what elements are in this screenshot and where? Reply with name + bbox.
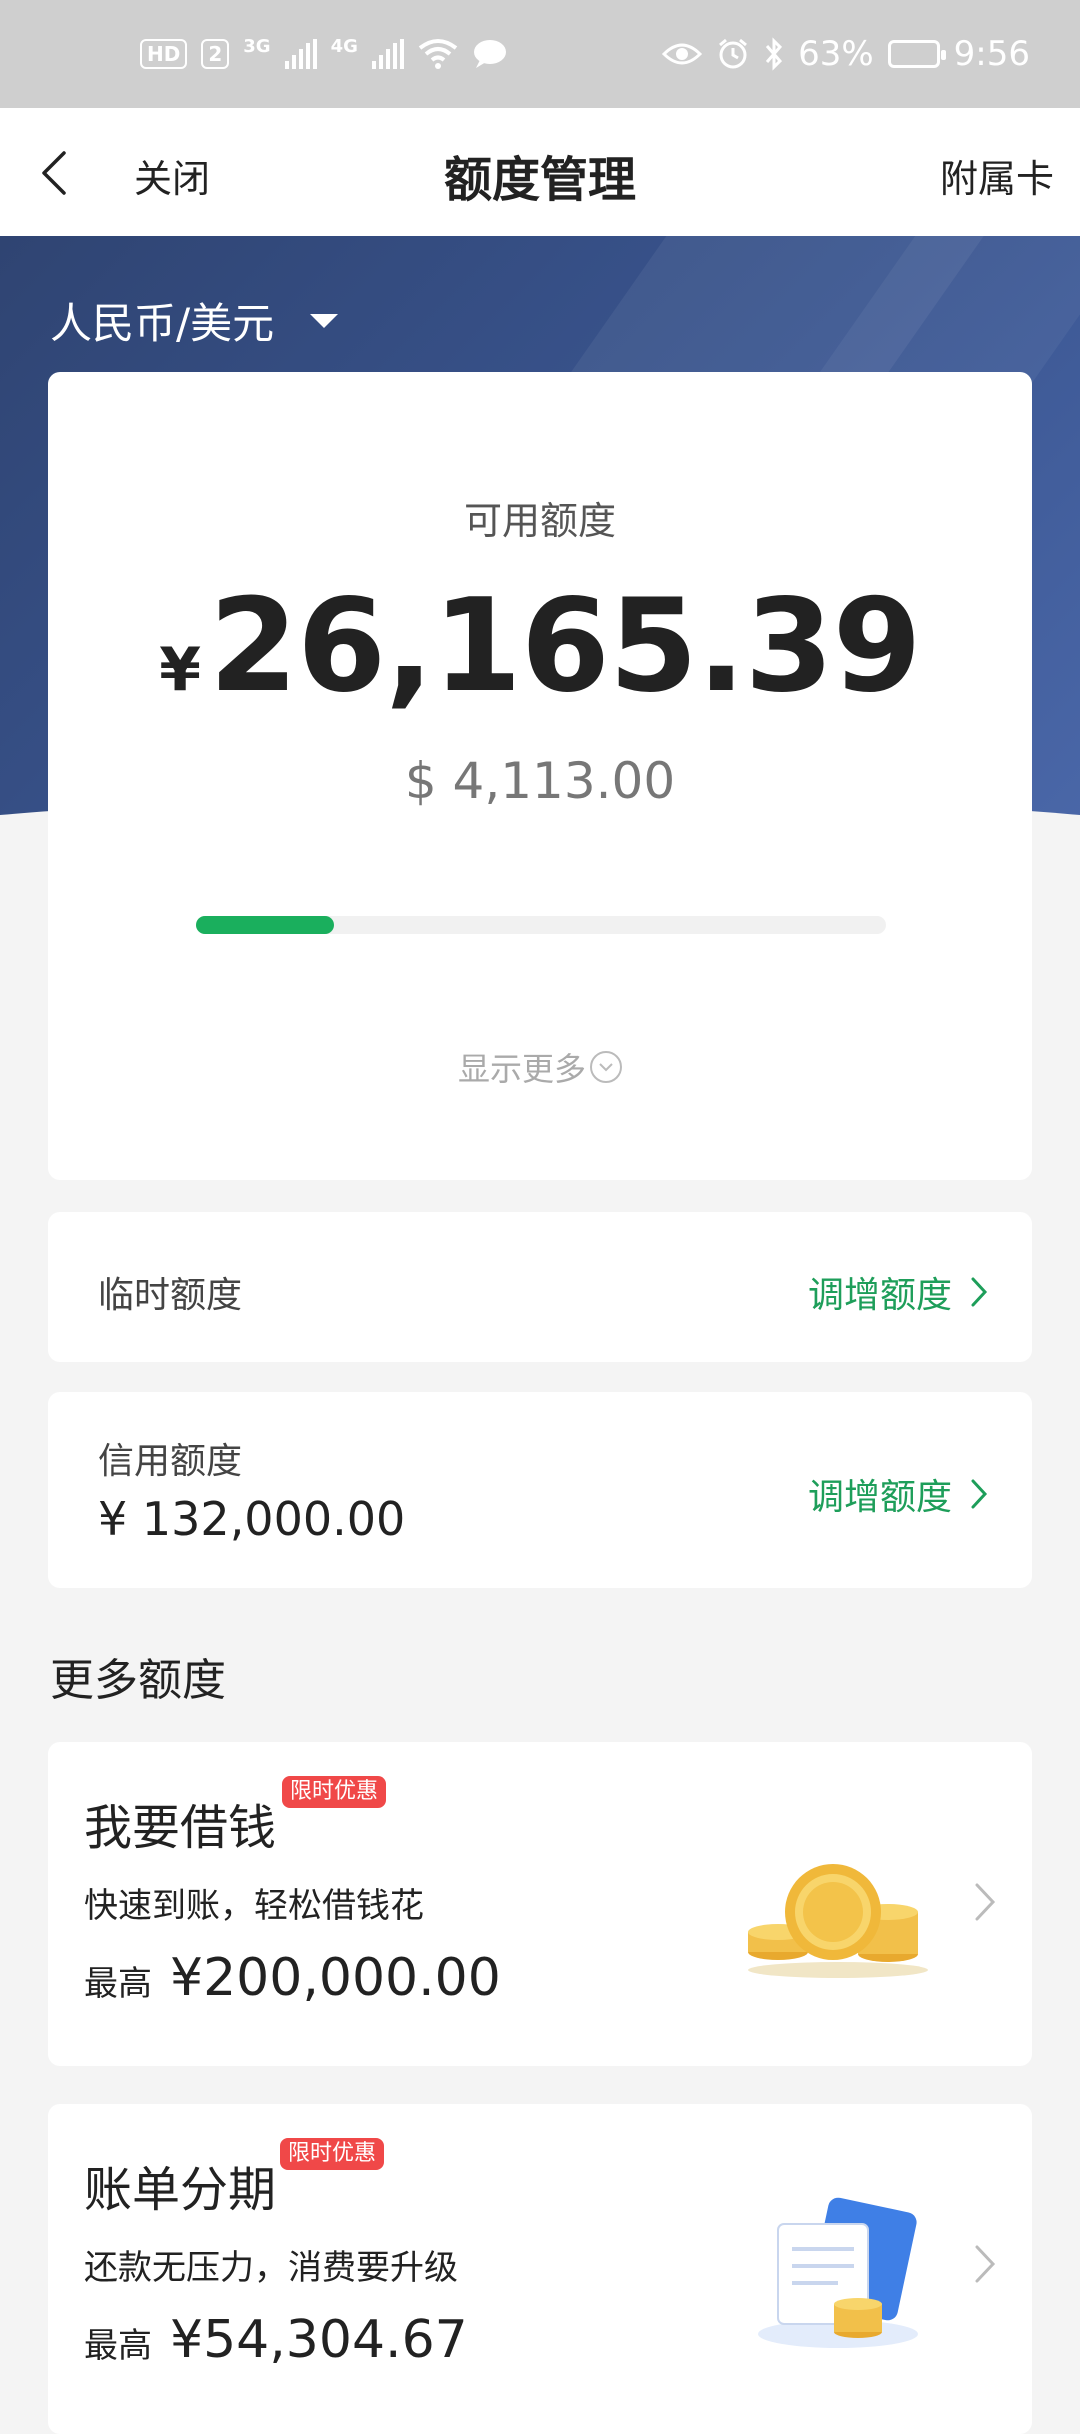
show-more-label: 显示更多 <box>457 1050 586 1088</box>
alarm-icon <box>719 38 748 69</box>
status-left: HD 2 3G 4G <box>140 35 508 70</box>
chevron-right-icon <box>971 1277 988 1307</box>
increase-limit-label: 调增额度 <box>807 1477 952 1518</box>
chevron-right-icon <box>975 2245 996 2283</box>
available-limit-value: 26,165.39 <box>209 572 922 721</box>
promo-tag: 限时优惠 <box>282 1776 387 1808</box>
promo-amount-label: 最高 <box>84 1964 152 2004</box>
status-right: 63% 9:56 <box>662 34 1030 74</box>
credit-limit-increase-button[interactable]: 调增额度 <box>808 1468 988 1520</box>
network-type-2: 4G <box>330 35 358 57</box>
expand-circle-icon <box>590 1051 622 1083</box>
available-limit-label: 可用额度 <box>463 499 616 543</box>
nav-bar: 关闭 额度管理 附属卡 <box>0 108 1080 236</box>
credit-limit-label: 信用额度 <box>98 1441 243 1482</box>
usage-progress-bar <box>196 916 886 934</box>
promo-amount-value: ¥200,000.00 <box>170 1948 501 2008</box>
promo-title: 账单分期 <box>84 2162 277 2218</box>
promo-amount: 最高 ¥54,304.67 <box>84 2310 468 2370</box>
promo-description: 还款无压力，消费要升级 <box>84 2248 458 2288</box>
battery-icon <box>887 40 946 68</box>
currency-selector[interactable]: 人民币/美元 <box>50 290 339 351</box>
wifi-icon <box>418 39 458 69</box>
promo-amount: 最高 ¥200,000.00 <box>84 1948 501 2008</box>
battery-percent: 63% <box>798 34 874 74</box>
eye-icon <box>662 43 703 65</box>
chevron-right-icon <box>975 1883 996 1921</box>
credit-limit-row[interactable]: 信用额度 ¥ 132,000.00 调增额度 <box>48 1392 1032 1588</box>
available-limit-amount: ¥ 26,165.39 <box>48 572 1032 721</box>
bill-card-coins-icon <box>758 2197 918 2348</box>
show-more-button[interactable]: 显示更多 <box>48 1044 1032 1090</box>
promo-amount-label: 最高 <box>84 2326 152 2366</box>
borrow-money-card[interactable]: 我要借钱 限时优惠 快速到账，轻松借钱花 最高 ¥200,000.00 <box>48 1742 1032 2066</box>
supplementary-card-button[interactable]: 附属卡 <box>940 148 1054 203</box>
bill-installment-card[interactable]: 账单分期 限时优惠 还款无压力，消费要升级 最高 ¥54,304.67 <box>48 2104 1032 2434</box>
bluetooth-icon <box>765 37 783 71</box>
sim-badge: 2 <box>201 39 230 69</box>
signal-icon-2 <box>371 39 404 69</box>
network-type-1: 3G <box>243 35 271 57</box>
status-bar: HD 2 3G 4G 63% 9:56 <box>0 0 1080 108</box>
currency-selector-label: 人民币/美元 <box>50 299 275 348</box>
message-icon <box>473 40 506 68</box>
temporary-limit-label: 临时额度 <box>98 1275 243 1316</box>
promo-description: 快速到账，轻松借钱花 <box>84 1886 424 1926</box>
signal-icon <box>284 39 317 69</box>
promo-amount-value: ¥54,304.67 <box>170 2310 468 2370</box>
yuan-symbol: ¥ <box>159 635 202 705</box>
credit-limit-value: ¥ 132,000.00 <box>98 1492 406 1546</box>
promo-title: 我要借钱 <box>84 1800 277 1856</box>
chevron-right-icon <box>971 1479 988 1509</box>
increase-limit-label: 调增额度 <box>807 1275 952 1316</box>
dropdown-caret-icon <box>310 313 339 328</box>
gold-coins-icon <box>748 1864 928 1978</box>
page-title: 额度管理 <box>443 152 636 208</box>
temporary-limit-increase-button[interactable]: 调增额度 <box>808 1266 988 1318</box>
available-limit-usd: $ 4,113.00 <box>404 752 676 810</box>
hd-badge: HD <box>140 39 188 69</box>
available-limit-card: 可用额度 ¥ 26,165.39 $ 4,113.00 显示更多 <box>48 372 1032 1180</box>
promo-tag: 限时优惠 <box>280 2138 385 2170</box>
usage-progress-fill <box>196 916 334 934</box>
more-limits-title: 更多额度 <box>50 1655 226 1706</box>
clock: 9:56 <box>953 34 1030 74</box>
temporary-limit-row[interactable]: 临时额度 调增额度 <box>48 1212 1032 1362</box>
